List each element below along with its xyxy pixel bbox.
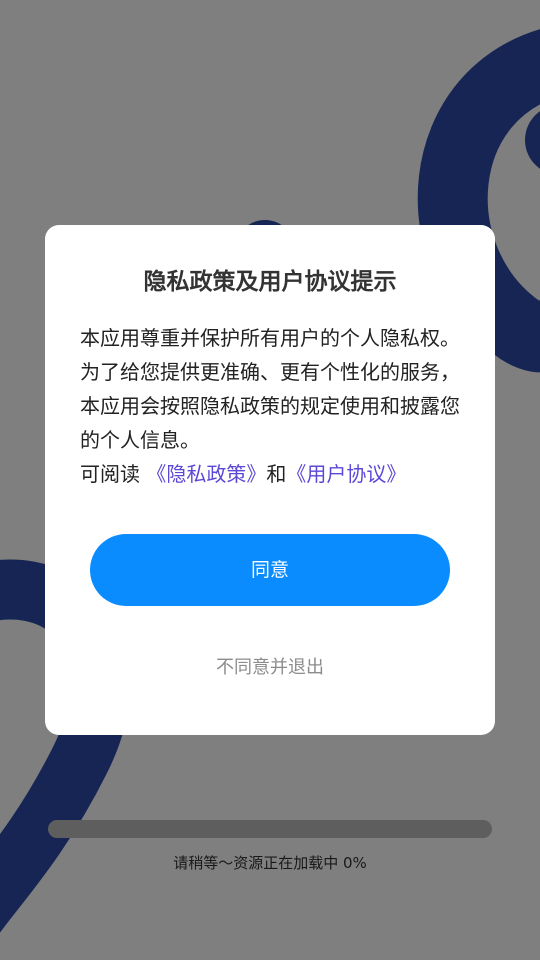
read-prefix-text: 可阅读 (80, 462, 147, 486)
dialog-body: 本应用尊重并保护所有用户的个人隐私权。为了给您提供更准确、更有个性化的服务， 本… (80, 321, 470, 491)
agree-button[interactable]: 同意 (90, 534, 450, 606)
decline-exit-button[interactable]: 不同意并退出 (45, 653, 495, 679)
dialog-body-text: 本应用尊重并保护所有用户的个人隐私权。为了给您提供更准确、更有个性化的服务， 本… (80, 326, 460, 452)
privacy-dialog: 隐私政策及用户协议提示 本应用尊重并保护所有用户的个人隐私权。为了给您提供更准确… (45, 225, 495, 735)
dialog-title: 隐私政策及用户协议提示 (143, 269, 397, 295)
conjunction-text: 和 (266, 462, 287, 486)
privacy-policy-link[interactable]: 《隐私政策》 (146, 462, 266, 486)
app-screen: 请稍等～资源正在加载中 0% 隐私政策及用户协议提示 本应用尊重并保护所有用户的… (0, 0, 540, 960)
user-agreement-link[interactable]: 《用户协议》 (286, 462, 406, 486)
